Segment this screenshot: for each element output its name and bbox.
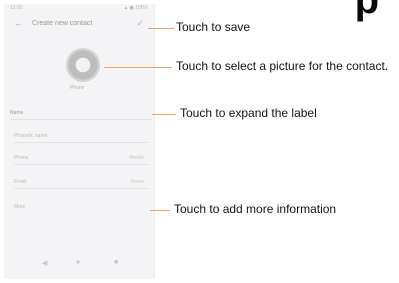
email-field[interactable]: Email Home — [14, 179, 148, 189]
heading-fragment: p — [354, 0, 379, 22]
save-check-icon[interactable]: ✓ — [136, 18, 144, 29]
phone-type-dropdown[interactable]: Mobile — [129, 155, 144, 161]
status-bar: 12:00 ▲ ◼ 100% — [10, 5, 148, 13]
name-field[interactable]: Name — [10, 110, 152, 120]
callout-line-save — [148, 28, 174, 29]
avatar-label: Phone — [70, 85, 85, 91]
more-fields-button[interactable]: More — [14, 204, 148, 214]
email-type-dropdown[interactable]: Home — [131, 179, 144, 185]
field-label: Name — [10, 110, 24, 116]
field-label: Phonetic name — [14, 133, 48, 139]
nav-home-icon[interactable]: ● — [76, 259, 80, 266]
field-label: Phone — [14, 155, 29, 161]
field-label: More — [14, 204, 26, 210]
callout-picture: Touch to select a picture for the contac… — [176, 59, 389, 73]
callout-more: Touch to add more information — [174, 202, 337, 216]
field-underline — [14, 164, 148, 165]
back-arrow-icon[interactable]: ← — [14, 18, 23, 28]
app-title: Create new contact — [32, 20, 93, 27]
contact-picture-avatar[interactable] — [66, 48, 100, 82]
callout-line-picture — [104, 67, 172, 68]
callout-line-more — [150, 210, 170, 211]
navigation-bar: ◀ ● ■ — [4, 259, 154, 273]
phonetic-name-field[interactable]: Phonetic name — [14, 133, 148, 143]
phone-screenshot: 12:00 ▲ ◼ 100% ← Create new contact ✓ Ph… — [4, 4, 155, 279]
nav-back-icon[interactable]: ◀ — [42, 259, 47, 267]
field-underline — [10, 119, 152, 120]
status-icons: ▲ ◼ 100% — [123, 5, 148, 11]
callout-line-expand — [152, 114, 176, 115]
app-bar: ← Create new contact ✓ — [4, 14, 154, 34]
callout-expand: Touch to expand the label — [180, 106, 317, 120]
callout-save: Touch to save — [176, 20, 251, 34]
nav-recents-icon[interactable]: ■ — [114, 259, 118, 266]
status-time: 12:00 — [10, 5, 23, 11]
field-underline — [14, 188, 148, 189]
field-underline — [14, 142, 148, 143]
field-label: Email — [14, 179, 27, 185]
phone-field[interactable]: Phone Mobile — [14, 155, 148, 165]
